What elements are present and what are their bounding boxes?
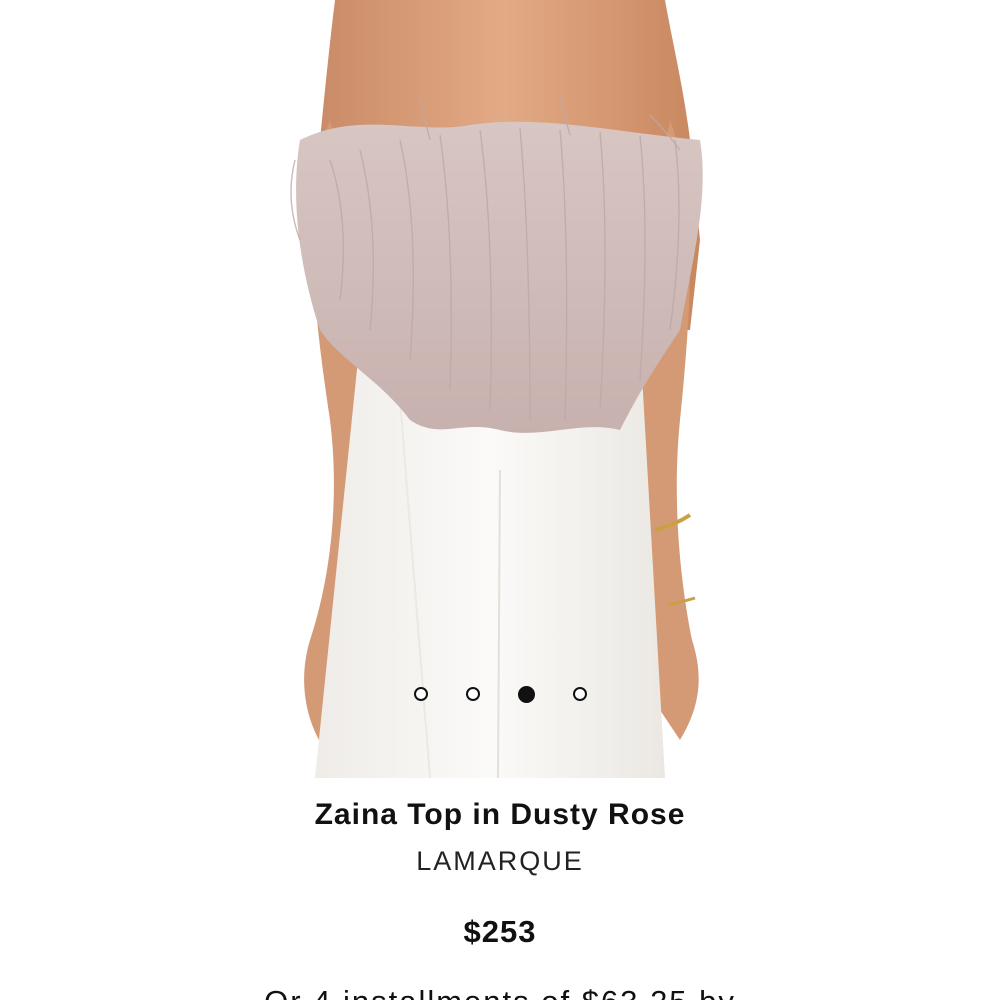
product-image[interactable] [0,0,1000,778]
product-price: $253 [463,914,537,949]
product-title: Zaina Top in Dusty Rose [314,798,686,831]
carousel-dot-2[interactable] [465,687,480,701]
product-photo [290,0,703,778]
carousel-dot-1[interactable] [413,687,428,701]
installments-text: Or 4 installments of $63.25 by [0,984,1000,1000]
product-page: Zaina Top in Dusty Rose LAMARQUE $253 Or… [0,0,1000,1000]
product-brand[interactable]: LAMARQUE [0,846,1000,877]
carousel-dot-4[interactable] [572,687,587,701]
carousel-dots [0,683,1000,705]
carousel-dot-3-active[interactable] [517,685,535,703]
